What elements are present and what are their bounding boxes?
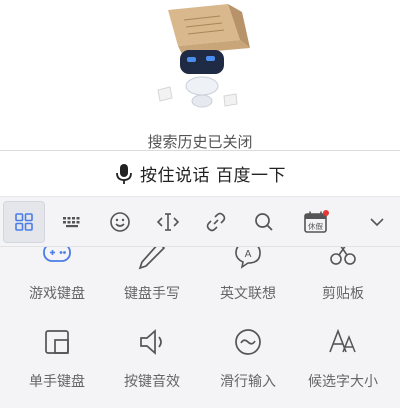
search-icon bbox=[255, 213, 273, 231]
scissors-icon bbox=[330, 247, 356, 265]
feature-game-keyboard[interactable]: 游戏键盘 bbox=[7, 247, 107, 307]
feature-clipboard[interactable]: 剪贴板 bbox=[293, 247, 393, 307]
feature-panel: 游戏键盘 键盘手写 A 英文联想 剪贴板 单手键盘 按键音效 滑行输入 候选字大… bbox=[0, 247, 400, 408]
feature-swipe-input[interactable]: 滑行输入 bbox=[198, 325, 298, 395]
toolbar-link-button[interactable] bbox=[195, 201, 237, 243]
toolbar-cursor-button[interactable] bbox=[147, 201, 189, 243]
feature-label: 按键音效 bbox=[124, 374, 180, 390]
keyboard-toolbar: 休假 bbox=[0, 197, 400, 247]
feature-handwriting[interactable]: 键盘手写 bbox=[102, 247, 202, 307]
cursor-move-icon bbox=[156, 213, 180, 231]
keyboard-icon bbox=[63, 217, 80, 228]
feature-label: 英文联想 bbox=[220, 286, 276, 302]
search-history-status: 搜索历史已关闭 bbox=[147, 133, 253, 150]
font-size-icon bbox=[329, 328, 356, 353]
toolbar-calendar-button[interactable]: 休假 bbox=[295, 201, 337, 243]
toolbar-emoji-button[interactable] bbox=[99, 201, 141, 243]
chevron-down-icon bbox=[370, 218, 384, 227]
feature-key-sound[interactable]: 按键音效 bbox=[102, 325, 202, 395]
feature-label: 剪贴板 bbox=[322, 286, 364, 302]
feature-candidate-font-size[interactable]: 候选字大小 bbox=[293, 325, 393, 395]
grid-icon bbox=[15, 213, 33, 231]
svg-text:A: A bbox=[245, 249, 252, 260]
swipe-icon bbox=[235, 329, 261, 355]
feature-english-prediction[interactable]: A 英文联想 bbox=[198, 247, 298, 307]
pen-icon bbox=[138, 247, 166, 270]
toolbar-collapse-button[interactable] bbox=[356, 201, 398, 243]
voice-input-button[interactable]: 按住说话 百度一下 bbox=[0, 150, 400, 197]
emoji-icon bbox=[110, 212, 130, 232]
gamepad-icon bbox=[43, 247, 71, 262]
toolbar-keyboard-button[interactable] bbox=[51, 201, 93, 243]
feature-one-hand-keyboard[interactable]: 单手键盘 bbox=[7, 325, 107, 395]
feature-label: 单手键盘 bbox=[29, 374, 85, 390]
link-icon bbox=[206, 212, 226, 232]
feature-label: 游戏键盘 bbox=[29, 286, 85, 302]
english-bubble-icon: A bbox=[235, 247, 261, 269]
speaker-icon bbox=[140, 329, 162, 355]
voice-input-label: 按住说话 百度一下 bbox=[140, 166, 286, 186]
feature-label: 键盘手写 bbox=[124, 286, 180, 302]
calendar-red-dot bbox=[323, 210, 329, 216]
mascot-illustration bbox=[157, 4, 250, 108]
toolbar-search-button[interactable] bbox=[243, 201, 285, 243]
feature-label: 候选字大小 bbox=[308, 374, 378, 390]
search-history-area: 搜索历史已关闭 bbox=[0, 0, 400, 150]
one-hand-icon bbox=[45, 330, 69, 354]
calendar-badge-text: 休假 bbox=[308, 221, 323, 231]
feature-label: 滑行输入 bbox=[220, 374, 276, 390]
toolbar-grid-button[interactable] bbox=[3, 201, 45, 243]
microphone-icon bbox=[116, 163, 132, 184]
calendar-icon: 休假 bbox=[304, 210, 329, 233]
